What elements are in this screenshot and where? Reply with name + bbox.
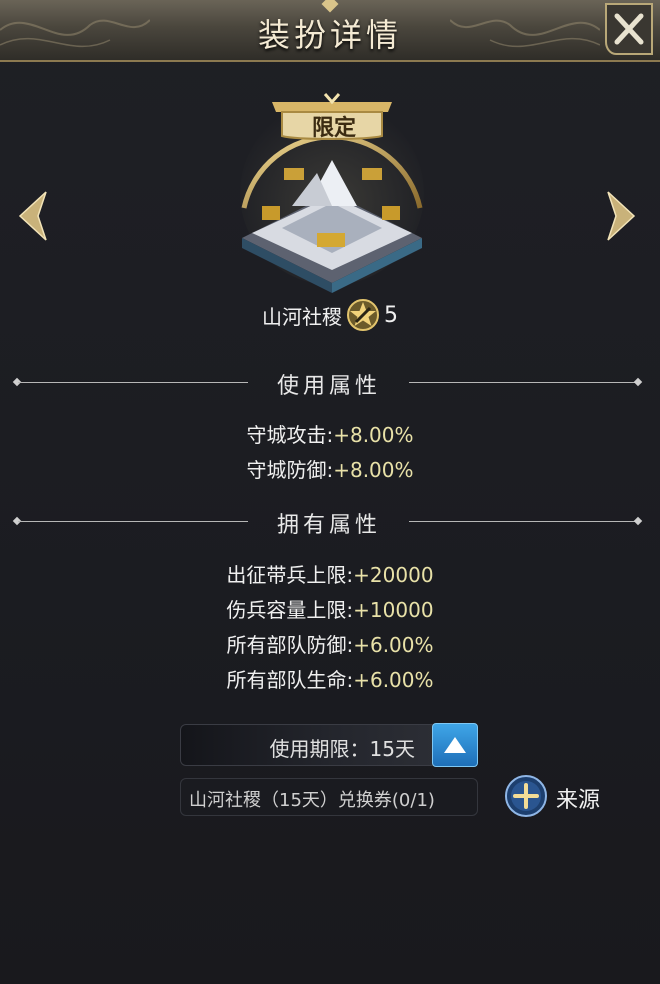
attribute-row: 守城攻击:+8.00% [0,420,660,450]
attribute-label: 守城防御: [246,458,334,482]
star-level-icon [347,299,379,331]
chevron-right-icon [607,191,636,241]
duration-toggle-button[interactable] [432,723,478,767]
attribute-row: 出征带兵上限:+20000 [0,560,660,590]
section-title-owned: 拥有属性 [276,513,381,538]
attribute-label: 所有部队防御: [226,633,354,657]
title-bar: 装扮详情 [0,0,660,62]
duration-text: 使用期限：15天 [269,737,415,761]
section-title-usage: 使用属性 [276,374,381,399]
triangle-up-icon [444,737,466,753]
attribute-row: 所有部队防御:+6.00% [0,630,660,660]
close-icon [605,3,653,55]
attribute-row: 所有部队生命:+6.00% [0,665,660,695]
attribute-value: +8.00% [333,423,414,447]
attribute-label: 伤兵容量上限: [226,598,354,622]
close-button[interactable] [602,2,656,56]
attribute-label: 守城攻击: [246,423,334,447]
owned-attributes-header: 拥有属性 [12,507,644,538]
next-skin-button[interactable] [600,188,640,244]
attribute-row: 伤兵容量上限:+10000 [0,595,660,625]
usage-attributes-header: 使用属性 [12,368,644,399]
source-button[interactable]: 来源 [504,774,614,818]
attribute-label: 所有部队生命: [226,668,354,692]
previous-skin-button[interactable] [14,188,54,244]
attribute-value: +10000 [353,598,434,622]
page-title: 装扮详情 [257,16,402,54]
skin-name: 山河社稷 [262,304,342,329]
skin-level: 5 [384,302,398,328]
attribute-row: 守城防御:+8.00% [0,455,660,485]
dress-up-detail-panel: 装扮详情 限定 山河社稷 5 使用属性 守城攻击:+8.00% 守城防御:+8.… [0,0,660,984]
divider-line-right [409,382,639,383]
exchange-coupon: 山河社稷（15天）兑换券(0/1) [180,778,478,816]
coupon-text: 山河社稷（15天）兑换券(0/1) [189,790,435,811]
attribute-value: +6.00% [353,668,434,692]
duration-selector[interactable]: 使用期限：15天 [180,724,438,766]
chevron-left-icon [18,191,47,241]
divider-line-right [409,521,639,522]
plus-icon [505,775,547,817]
source-label: 来源 [556,788,601,813]
skin-name-row: 山河社稷 5 [0,298,660,332]
attribute-value: +8.00% [333,458,414,482]
attribute-label: 出征带兵上限: [226,563,354,587]
limited-badge: 限定 [311,115,356,141]
attribute-value: +6.00% [353,633,434,657]
attribute-value: +20000 [353,563,434,587]
